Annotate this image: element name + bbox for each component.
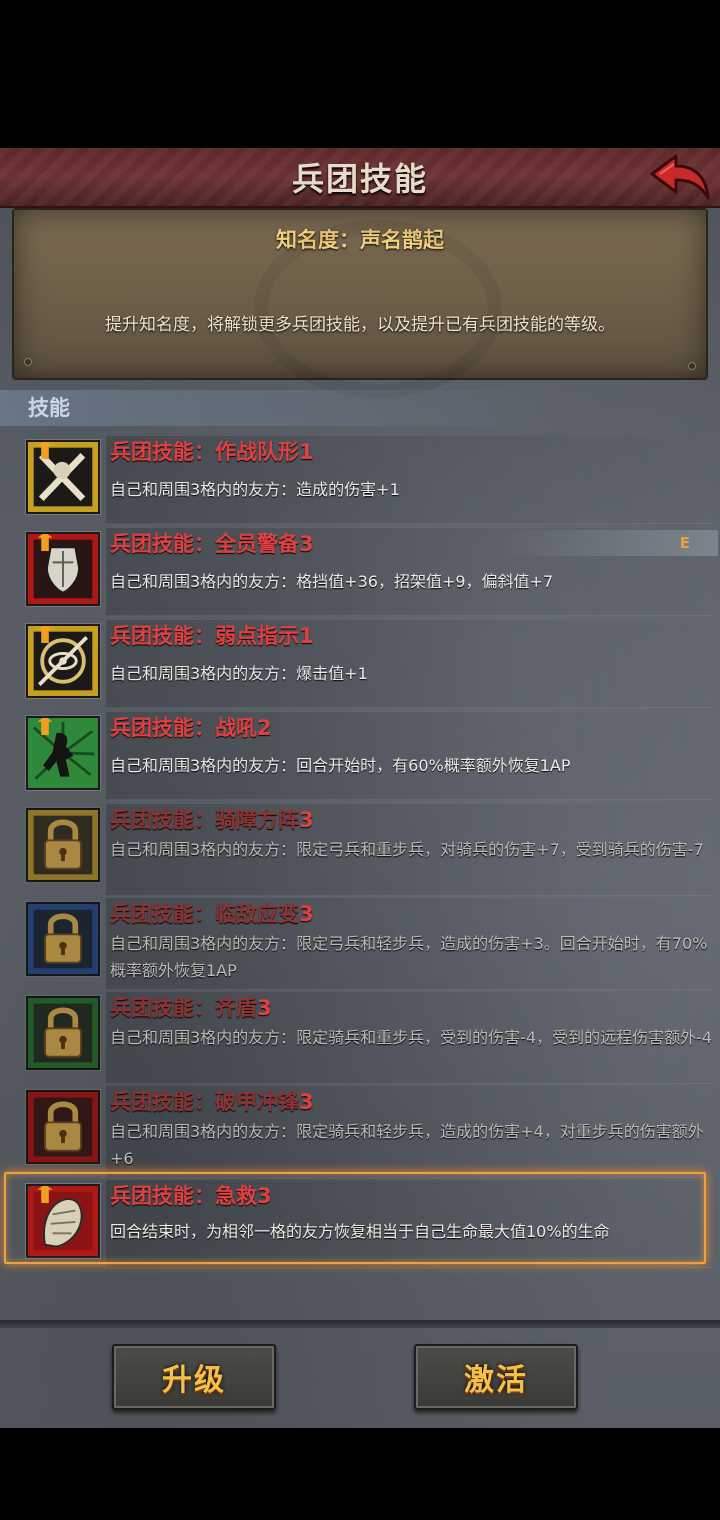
padlock-icon — [26, 996, 100, 1070]
fame-level: 知名度：声名鹊起 — [276, 228, 444, 252]
padlock-icon — [26, 808, 100, 882]
skill-description: 自己和周围3格内的友方：限定弓兵和轻步兵，造成的伤害+3。回合开始时，有70%概… — [110, 934, 708, 980]
skill-row[interactable]: 兵团技能：弱点指示1 自己和周围3格内的友方：爆击值+1 — [18, 620, 718, 708]
skill-title: 兵团技能：战吼2 — [110, 716, 272, 740]
skill-title: 兵团技能：全员警备3 — [110, 532, 314, 556]
shield-icon — [26, 532, 100, 606]
fame-panel: 知名度：声名鹊起 提升知名度，将解锁更多兵团技能，以及提升已有兵团技能的等级。 — [12, 208, 708, 398]
skill-description: 自己和周围3格内的友方：格挡值+36，招架值+9，偏斜值+7 — [110, 572, 554, 591]
eye-target-icon — [26, 624, 100, 698]
selection-highlight — [4, 1172, 706, 1264]
rivet-icon — [24, 358, 32, 366]
skill-title: 兵团技能：骑障方阵3 — [110, 808, 314, 832]
footer-divider — [0, 1320, 720, 1328]
skill-description: 自己和周围3格内的友方：限定骑兵和重步兵，受到的伤害-4，受到的远程伤害额外-4 — [110, 1028, 713, 1047]
skill-description: 自己和周围3格内的友方：限定弓兵和重步兵，对骑兵的伤害+7，受到骑兵的伤害-7 — [110, 840, 704, 859]
section-title: 技能 — [0, 390, 560, 426]
skill-title: 兵团技能：弱点指示1 — [110, 624, 314, 648]
skill-row[interactable]: 兵团技能：骑障方阵3 自己和周围3格内的友方：限定弓兵和重步兵，对骑兵的伤害+7… — [18, 804, 718, 896]
upgrade-button[interactable]: 升级 — [112, 1344, 276, 1410]
skill-description: 自己和周围3格内的友方：爆击值+1 — [110, 664, 368, 683]
status-bar-area — [0, 0, 720, 148]
navigation-bar-area — [0, 1428, 720, 1520]
row-flag-label: E — [498, 530, 718, 556]
warcry-icon — [26, 716, 100, 790]
skill-title: 兵团技能：临敌应变3 — [110, 902, 314, 926]
crossed-swords-icon — [26, 440, 100, 514]
skill-row[interactable]: 兵团技能：破甲冲锋3 自己和周围3格内的友方：限定骑兵和轻步兵，造成的伤害+4，… — [18, 1086, 718, 1178]
skill-row[interactable]: 兵团技能：临敌应变3 自己和周围3格内的友方：限定弓兵和轻步兵，造成的伤害+3。… — [18, 898, 718, 990]
header-bar: 兵团技能 — [0, 148, 720, 208]
skill-description: 自己和周围3格内的友方：造成的伤害+1 — [110, 480, 400, 499]
padlock-icon — [26, 902, 100, 976]
skill-title: 兵团技能：齐盾3 — [110, 996, 272, 1020]
back-arrow-icon — [650, 154, 710, 200]
skill-row[interactable]: 兵团技能：齐盾3 自己和周围3格内的友方：限定骑兵和重步兵，受到的伤害-4，受到… — [18, 992, 718, 1084]
skill-description: 自己和周围3格内的友方：限定骑兵和轻步兵，造成的伤害+4，对重步兵的伤害额外+6 — [110, 1122, 704, 1168]
skill-description: 自己和周围3格内的友方：回合开始时，有60%概率额外恢复1AP — [110, 756, 571, 775]
fame-description: 提升知名度，将解锁更多兵团技能，以及提升已有兵团技能的等级。 — [105, 315, 615, 335]
back-button[interactable] — [646, 152, 712, 204]
skill-row[interactable]: 兵团技能：战吼2 自己和周围3格内的友方：回合开始时，有60%概率额外恢复1AP — [18, 712, 718, 800]
legion-skills-screen: 兵团技能 知名度：声名鹊起 提升知名度，将解锁更多兵团技能，以及提升已有兵团技能… — [0, 148, 720, 1428]
padlock-icon — [26, 1090, 100, 1164]
skill-title: 兵团技能：破甲冲锋3 — [110, 1090, 314, 1114]
activate-button[interactable]: 激活 — [414, 1344, 578, 1410]
skill-title: 兵团技能：作战队形1 — [110, 440, 314, 464]
page-title: 兵团技能 — [291, 160, 428, 198]
rivet-icon — [688, 362, 696, 370]
skill-row[interactable]: 兵团技能：作战队形1 自己和周围3格内的友方：造成的伤害+1 — [18, 436, 718, 524]
